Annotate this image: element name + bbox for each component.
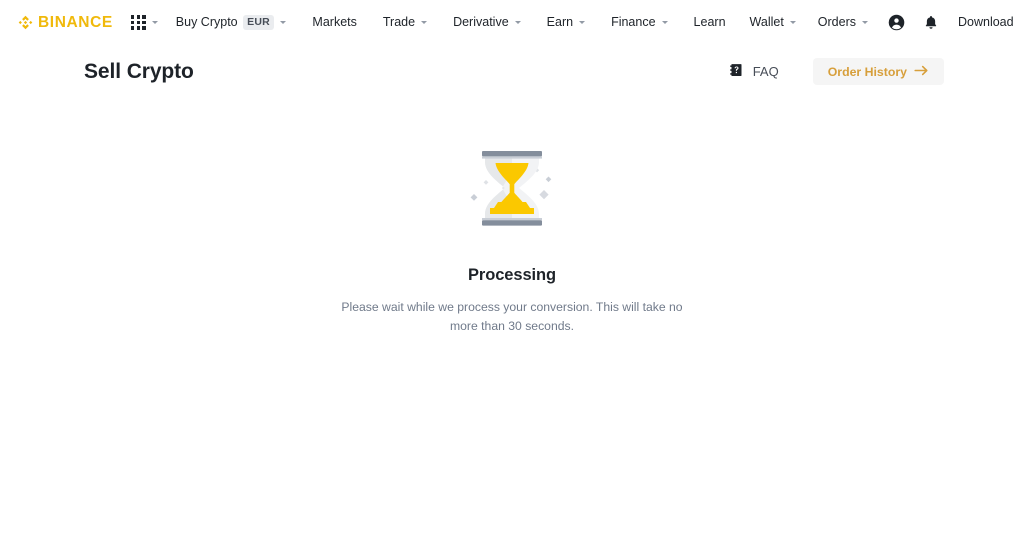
processing-status-panel: Processing Please wait while we process … — [0, 140, 1024, 335]
hourglass-icon — [464, 140, 560, 236]
nav-item-label: Finance — [611, 15, 656, 30]
page-header: Sell Crypto FAQ Order History — [0, 45, 1024, 86]
nav-item-markets[interactable]: Markets — [299, 16, 369, 29]
nav-item-label: Derivative — [453, 15, 509, 30]
nav-item-wallet[interactable]: Wallet — [739, 16, 807, 29]
faq-document-icon — [729, 62, 744, 81]
nav-item-label: Trade — [382, 15, 416, 30]
chevron-down-icon — [579, 21, 586, 24]
page-header-actions: FAQ Order History — [729, 58, 944, 86]
faq-label: FAQ — [752, 64, 779, 80]
page-title: Sell Crypto — [84, 59, 194, 83]
currency-badge-eur[interactable]: EUR — [242, 14, 275, 31]
top-navigation-bar: BINANCE Buy Crypto EUR Markets Trade Der… — [0, 0, 1024, 45]
nav-item-label: Learn — [693, 15, 726, 30]
nav-item-buy-crypto[interactable]: Buy Crypto EUR — [175, 14, 300, 31]
nav-item-label: Orders — [817, 15, 856, 30]
nav-item-label: Wallet — [749, 15, 784, 30]
chevron-down-icon — [421, 21, 428, 24]
nav-item-trade[interactable]: Trade — [370, 16, 440, 29]
binance-logo[interactable]: BINANCE — [17, 14, 113, 31]
nav-item-learn[interactable]: Learn — [681, 16, 739, 29]
apps-grid-icon — [130, 15, 146, 30]
bell-icon[interactable] — [914, 14, 948, 31]
apps-menu-button[interactable] — [130, 15, 158, 30]
chevron-down-icon — [151, 21, 158, 24]
nav-item-orders[interactable]: Orders — [807, 16, 879, 29]
order-history-label: Order History — [827, 64, 907, 79]
processing-title: Processing — [468, 266, 556, 285]
binance-logo-text: BINANCE — [38, 13, 113, 31]
processing-description: Please wait while we process your conver… — [341, 300, 683, 333]
nav-item-finance[interactable]: Finance — [598, 16, 680, 29]
nav-item-derivative[interactable]: Derivative — [440, 16, 534, 29]
binance-diamond-icon — [17, 14, 34, 31]
chevron-down-icon — [862, 21, 868, 24]
chevron-down-icon — [661, 21, 668, 24]
chevron-down-icon — [280, 21, 287, 24]
chevron-down-icon — [514, 21, 521, 24]
order-history-button[interactable]: Order History — [812, 58, 944, 86]
nav-item-label: Buy Crypto — [175, 15, 238, 30]
nav-item-label: Earn — [546, 15, 574, 30]
user-account-icon[interactable] — [879, 14, 914, 31]
nav-item-earn[interactable]: Earn — [534, 16, 598, 29]
secondary-nav: Wallet Orders Download English (AU) | US… — [739, 14, 1024, 31]
primary-nav: Buy Crypto EUR Markets Trade Derivative … — [175, 14, 739, 31]
chevron-down-icon — [789, 21, 796, 24]
download-link[interactable]: Download — [948, 16, 1024, 29]
arrow-right-icon — [914, 65, 929, 78]
nav-item-label: Markets — [312, 15, 357, 30]
faq-link[interactable]: FAQ — [729, 62, 779, 81]
